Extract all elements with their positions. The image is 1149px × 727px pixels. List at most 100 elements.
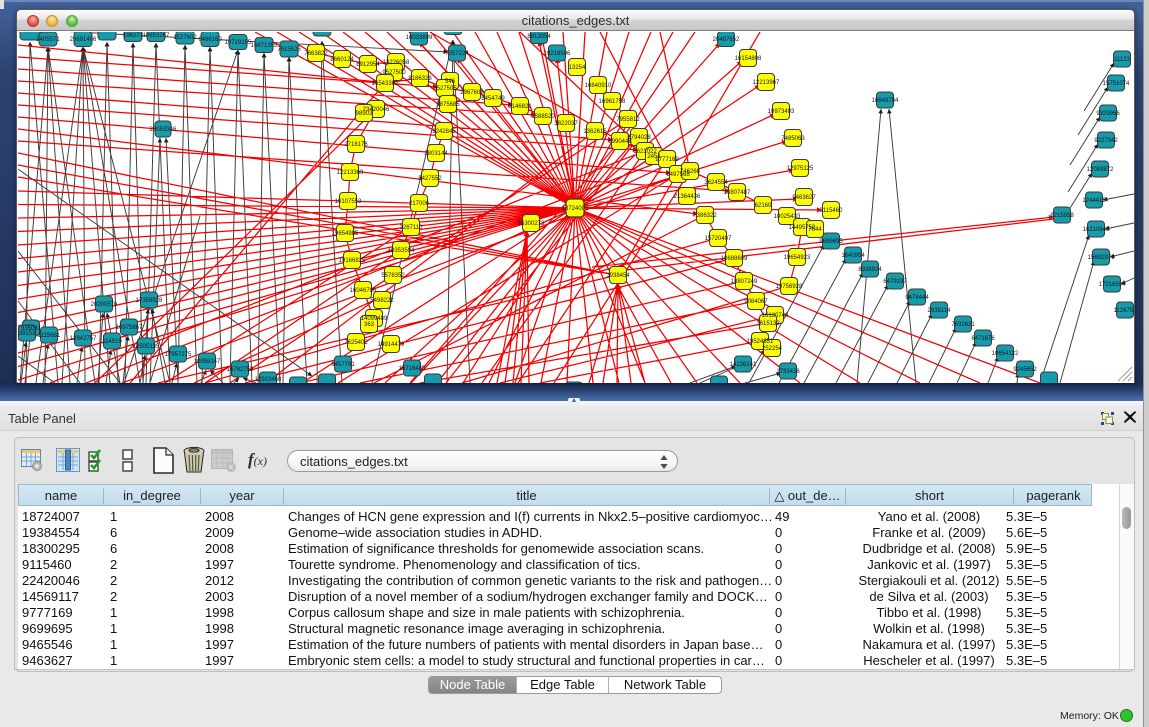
svg-text:9084067: 9084067 [744, 299, 768, 305]
svg-text:19218506: 19218506 [544, 51, 571, 57]
svg-text:10688609: 10688609 [721, 256, 748, 262]
svg-text:363: 363 [364, 322, 375, 328]
svg-text:10975867: 10975867 [116, 325, 143, 331]
svg-text:9699695: 9699695 [819, 239, 843, 245]
svg-text:2405571: 2405571 [36, 37, 60, 43]
svg-text:10654122: 10654122 [992, 351, 1019, 357]
svg-text:196271: 196271 [123, 33, 144, 39]
svg-text:20200576: 20200576 [91, 302, 118, 308]
svg-text:3624554: 3624554 [704, 180, 728, 186]
svg-text:1640954: 1640954 [841, 253, 865, 259]
svg-text:19524851: 19524851 [747, 339, 774, 345]
svg-text:9242845: 9242845 [432, 129, 456, 135]
svg-text:5578352: 5578352 [381, 273, 405, 279]
svg-text:10807487: 10807487 [724, 190, 751, 196]
svg-text:2718176: 2718176 [344, 142, 368, 148]
svg-text:1938454: 1938454 [606, 273, 630, 279]
svg-text:15716485: 15716485 [399, 366, 426, 372]
svg-text:9115460: 9115460 [820, 208, 844, 214]
svg-text:16782759: 16782759 [227, 367, 254, 373]
svg-text:19654923: 19654923 [784, 255, 811, 261]
svg-text:2935114: 2935114 [928, 308, 952, 314]
svg-text:7625402: 7625402 [344, 340, 368, 346]
svg-text:7515526: 7515526 [277, 47, 301, 53]
svg-text:9474444: 9474444 [905, 295, 929, 301]
svg-text:16210643: 16210643 [1083, 227, 1110, 233]
svg-text:15720407: 15720407 [705, 236, 732, 242]
svg-text:1115681: 1115681 [38, 333, 61, 339]
svg-text:16648784: 16648784 [872, 98, 899, 104]
svg-text:9463627: 9463627 [792, 195, 816, 201]
svg-text:7386322: 7386322 [693, 213, 717, 219]
svg-text:19756928: 19756928 [776, 284, 803, 290]
svg-text:16046786: 16046786 [350, 288, 377, 294]
svg-text:20691406: 20691406 [70, 37, 97, 43]
svg-text:1615132: 1615132 [756, 321, 780, 327]
svg-text:10653267: 10653267 [143, 33, 170, 39]
svg-text:9329966: 9329966 [1096, 111, 1120, 117]
svg-text:15300273: 15300273 [518, 221, 545, 227]
svg-text:8912954: 8912954 [356, 62, 380, 68]
svg-text:9457791: 9457791 [331, 362, 355, 368]
svg-text:1126753: 1126753 [1114, 308, 1134, 314]
svg-text:98903: 98903 [356, 111, 373, 117]
svg-text:13254: 13254 [569, 65, 586, 71]
svg-text:15751074: 15751074 [1103, 81, 1130, 87]
svg-text:1588520: 1588520 [531, 114, 555, 120]
svg-text:12213967: 12213967 [753, 80, 780, 86]
svg-text:16640910: 16640910 [585, 83, 612, 89]
svg-text:12505135: 12505135 [133, 344, 160, 350]
svg-text:12942757: 12942757 [70, 336, 97, 342]
svg-text:10107553: 10107553 [335, 199, 362, 205]
svg-text:10958147: 10958147 [194, 359, 221, 365]
svg-text:18807249: 18807249 [731, 279, 758, 285]
svg-text:546: 546 [445, 79, 456, 85]
svg-text:16120746: 16120746 [762, 313, 789, 319]
svg-text:12975125: 12975125 [787, 166, 814, 172]
svg-text:14136141: 14136141 [730, 362, 757, 368]
svg-text:19166825: 19166825 [339, 258, 366, 264]
svg-text:14914479: 14914479 [378, 342, 405, 348]
svg-text:7357224: 7357224 [445, 51, 469, 57]
svg-text:8813054: 8813054 [527, 34, 551, 40]
svg-text:6479197: 6479197 [883, 279, 907, 285]
svg-text:5498222: 5498222 [370, 298, 394, 304]
svg-text:6466160: 6466160 [198, 37, 222, 43]
svg-text:2803144: 2803144 [424, 151, 448, 157]
svg-text:8454749: 8454749 [481, 96, 505, 102]
svg-text:16543362: 16543362 [372, 81, 399, 87]
svg-text:16961758: 16961758 [599, 99, 626, 105]
svg-text:8660124: 8660124 [330, 57, 354, 63]
svg-text:10025433: 10025433 [774, 214, 801, 220]
svg-text:39153: 39153 [19, 331, 36, 337]
svg-text:8427552: 8427552 [418, 176, 442, 182]
svg-text:10973493: 10973493 [768, 109, 795, 115]
svg-text:746266: 746266 [680, 169, 701, 175]
svg-text:16033809: 16033809 [406, 35, 433, 41]
svg-text:9777169: 9777169 [655, 157, 679, 163]
svg-text:1527602: 1527602 [173, 35, 197, 41]
svg-text:17957275: 17957275 [165, 352, 192, 358]
svg-text:3267110: 3267110 [400, 225, 424, 231]
svg-text:8938924: 8938924 [858, 267, 882, 273]
svg-text:7632621: 7632621 [951, 322, 975, 328]
svg-text:6794028: 6794028 [627, 135, 651, 141]
svg-text:7955812: 7955812 [616, 117, 640, 123]
svg-text:7663822: 7663822 [304, 51, 328, 57]
svg-text:9527500: 9527500 [382, 70, 406, 76]
svg-text:15692971: 15692971 [1088, 255, 1115, 261]
svg-text:16671355: 16671355 [251, 43, 278, 49]
svg-text:8471676: 8471676 [971, 336, 995, 342]
svg-text:13353594: 13353594 [388, 248, 415, 254]
svg-text:7644: 7644 [808, 227, 822, 233]
svg-text:21364436: 21364436 [674, 194, 701, 200]
svg-text:19654985: 19654985 [332, 231, 359, 237]
svg-text:18724007: 18724007 [562, 206, 589, 212]
svg-text:17359928: 17359928 [136, 298, 163, 304]
svg-text:7485063: 7485063 [781, 136, 805, 142]
svg-text:217006: 217006 [409, 201, 430, 207]
svg-text:9146821: 9146821 [508, 104, 532, 110]
svg-text:1733426: 1733426 [776, 369, 800, 375]
svg-text:13226058: 13226058 [383, 60, 410, 66]
svg-text:9527505: 9527505 [433, 86, 457, 92]
